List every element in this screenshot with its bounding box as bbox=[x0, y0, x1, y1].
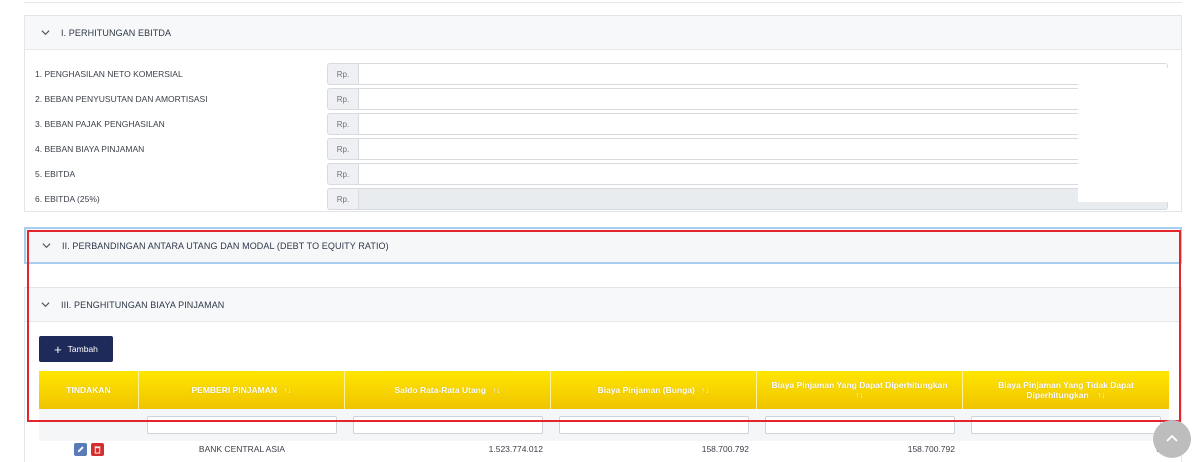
tambah-button-label: Tambah bbox=[67, 344, 98, 354]
chevron-down-icon bbox=[39, 299, 51, 311]
cell-saldo: 1.523.774.012 bbox=[488, 444, 543, 454]
form-row-beban-penyusutan: 2. BEBAN PENYUSUTAN DAN AMORTISASI Rp. bbox=[25, 88, 1183, 110]
biaya-pinjaman-panel: III. PENGHITUNGAN BIAYA PINJAMAN + Tamba… bbox=[24, 287, 1182, 462]
field-label: 4. BEBAN BIAYA PINJAMAN bbox=[35, 144, 145, 154]
filter-input-saldo[interactable] bbox=[353, 416, 543, 434]
filter-cell bbox=[345, 409, 551, 441]
currency-prefix: Rp. bbox=[327, 138, 358, 160]
currency-prefix: Rp. bbox=[327, 113, 358, 135]
scroll-to-top-button[interactable] bbox=[1153, 420, 1191, 458]
beban-biaya-pinjaman-input[interactable] bbox=[358, 138, 1168, 160]
der-panel-title: II. PERBANDINGAN ANTARA UTANG DAN MODAL … bbox=[62, 240, 389, 251]
cell-dapat: 158.700.792 bbox=[907, 444, 955, 454]
biaya-pinjaman-panel-header[interactable]: III. PENGHITUNGAN BIAYA PINJAMAN bbox=[25, 288, 1181, 322]
column-header-saldo-rata-rata[interactable]: Saldo Rata-Rata Utang ↑↓ bbox=[345, 371, 551, 409]
sort-icon[interactable]: ↑↓ bbox=[492, 385, 501, 395]
penghasilan-neto-input[interactable] bbox=[358, 63, 1168, 85]
currency-prefix: Rp. bbox=[327, 88, 358, 110]
sort-icon[interactable]: ↑↓ bbox=[1097, 390, 1106, 400]
ebitda-25-readonly-field bbox=[358, 188, 1168, 210]
filter-input-dapat[interactable] bbox=[765, 416, 955, 434]
top-divider bbox=[24, 0, 1182, 3]
der-panel: II. PERBANDINGAN ANTARA UTANG DAN MODAL … bbox=[24, 227, 1182, 264]
chevron-up-icon bbox=[1166, 434, 1178, 442]
table-row: BANK CENTRAL ASIA 1.523.774.012 158.700.… bbox=[39, 441, 1169, 457]
ebitda-input[interactable] bbox=[358, 163, 1168, 185]
chevron-down-icon bbox=[39, 27, 51, 39]
currency-prefix: Rp. bbox=[327, 188, 358, 210]
column-header-dapat-diperhitungkan[interactable]: Biaya Pinjaman Yang Dapat Diperhitungkan… bbox=[757, 371, 963, 409]
column-header-pemberi-pinjaman[interactable]: PEMBERI PINJAMAN ↑↓ bbox=[139, 371, 345, 409]
table-header: TINDAKAN PEMBERI PINJAMAN ↑↓ Saldo Rata-… bbox=[39, 371, 1169, 409]
cell-bunga: 158.700.792 bbox=[701, 444, 749, 454]
plus-icon: + bbox=[54, 341, 62, 357]
filter-input-pemberi-pinjaman[interactable] bbox=[147, 416, 337, 434]
currency-prefix: Rp. bbox=[327, 63, 358, 85]
edit-icon[interactable] bbox=[74, 442, 87, 456]
ebitda-panel-header[interactable]: I. PERHITUNGAN EBITDA bbox=[25, 16, 1181, 50]
column-header-tidak-dapat-diperhitungkan[interactable]: Biaya Pinjaman Yang Tidak Dapat Diperhit… bbox=[963, 371, 1169, 409]
biaya-pinjaman-panel-title: III. PENGHITUNGAN BIAYA PINJAMAN bbox=[61, 299, 225, 310]
currency-prefix: Rp. bbox=[327, 163, 358, 185]
filter-cell bbox=[139, 409, 345, 441]
field-label: 5. EBITDA bbox=[35, 169, 76, 179]
form-row-beban-pajak: 3. BEBAN PAJAK PENGHASILAN Rp. bbox=[25, 113, 1183, 135]
column-header-biaya-pinjaman-bunga[interactable]: Biaya Pinjaman (Bunga) ↑↓ bbox=[551, 371, 757, 409]
ebitda-panel: I. PERHITUNGAN EBITDA 1. PENGHASILAN NET… bbox=[24, 15, 1182, 212]
field-label: 6. EBITDA (25%) bbox=[35, 194, 100, 204]
filter-input-tidak-dapat[interactable] bbox=[971, 416, 1161, 434]
filter-input-bunga[interactable] bbox=[559, 416, 749, 434]
form-row-beban-biaya-pinjaman: 4. BEBAN BIAYA PINJAMAN Rp. bbox=[25, 138, 1183, 160]
beban-penyusutan-input[interactable] bbox=[358, 88, 1168, 110]
filter-cell bbox=[757, 409, 963, 441]
filter-cell bbox=[963, 409, 1169, 441]
filter-cell bbox=[551, 409, 757, 441]
sort-icon[interactable]: ↑↓ bbox=[701, 385, 710, 395]
sort-icon[interactable]: ↑↓ bbox=[855, 390, 864, 400]
filter-row bbox=[39, 409, 1169, 441]
form-row-ebitda-25: 6. EBITDA (25%) Rp. bbox=[25, 188, 1183, 210]
row-actions bbox=[39, 441, 139, 457]
cell-pemberi-pinjaman: BANK CENTRAL ASIA bbox=[198, 444, 286, 454]
field-label: 2. BEBAN PENYUSUTAN DAN AMORTISASI bbox=[35, 94, 208, 104]
cell-tidak-dapat: 0 bbox=[963, 441, 1169, 457]
tambah-button[interactable]: + Tambah bbox=[39, 336, 113, 362]
field-label: 3. BEBAN PAJAK PENGHASILAN bbox=[35, 119, 165, 129]
ebitda-panel-title: I. PERHITUNGAN EBITDA bbox=[61, 27, 172, 38]
form-row-penghasilan-neto: 1. PENGHASILAN NETO KOMERSIAL Rp. bbox=[25, 63, 1183, 85]
chevron-down-icon bbox=[40, 240, 52, 252]
sort-icon[interactable]: ↑↓ bbox=[283, 385, 292, 395]
beban-pajak-input[interactable] bbox=[358, 113, 1168, 135]
trash-icon[interactable] bbox=[91, 442, 104, 456]
column-header-tindakan: TINDAKAN bbox=[39, 371, 139, 409]
biaya-pinjaman-table: TINDAKAN PEMBERI PINJAMAN ↑↓ Saldo Rata-… bbox=[39, 371, 1169, 457]
filter-cell-empty bbox=[39, 409, 139, 441]
form-row-ebitda: 5. EBITDA Rp. bbox=[25, 163, 1183, 185]
redaction-mask bbox=[1078, 68, 1174, 202]
field-label: 1. PENGHASILAN NETO KOMERSIAL bbox=[35, 69, 183, 79]
der-panel-header[interactable]: II. PERBANDINGAN ANTARA UTANG DAN MODAL … bbox=[26, 229, 1180, 262]
